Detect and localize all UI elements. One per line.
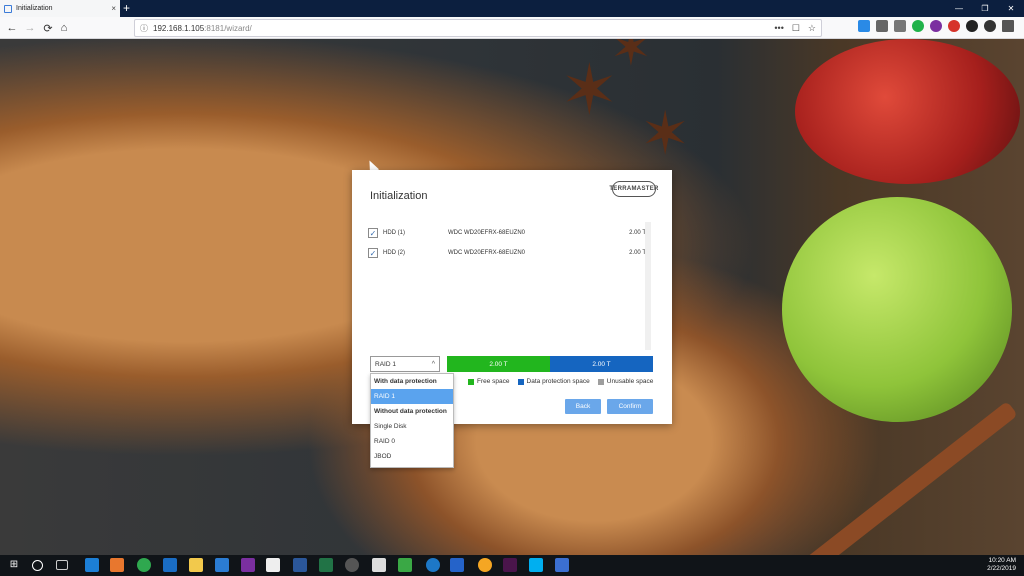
system-clock[interactable]: 10:20 AM 2/22/2019 <box>987 557 1016 573</box>
menu-icon[interactable] <box>1002 20 1014 32</box>
firefox-icon[interactable] <box>110 558 124 572</box>
disk-row-1[interactable]: ✓ HDD (1) WDC WD20EFRX-68EUZN0 2.00 T <box>368 226 646 240</box>
disk-2-name: HDD (2) <box>383 250 405 256</box>
clock-date: 2/22/2019 <box>987 565 1016 572</box>
url-actions: ••• ☐ ☆ <box>774 23 816 34</box>
file-explorer-icon[interactable] <box>189 558 203 572</box>
pocket-icon[interactable]: ☐ <box>792 23 800 34</box>
extension-dark2-icon[interactable] <box>984 20 996 32</box>
notion-icon[interactable] <box>266 558 280 572</box>
protection-space-bar: 2.00 T <box>550 356 653 372</box>
start-windows-icon[interactable]: ⊞ <box>7 558 21 572</box>
dialog-title: Initialization <box>370 190 428 202</box>
app-yellow-icon[interactable] <box>478 558 492 572</box>
confirm-button[interactable]: Confirm <box>607 399 653 414</box>
terramaster-logo: TERRAMASTER <box>609 181 658 197</box>
task-view-icon[interactable] <box>56 560 68 570</box>
dropdown-option-single-disk[interactable]: Single Disk <box>371 419 453 434</box>
evernote-icon[interactable] <box>398 558 412 572</box>
close-window-button[interactable]: ✕ <box>998 0 1024 17</box>
bookmark-star-icon[interactable]: ☆ <box>808 23 816 34</box>
raid-select-value: RAID 1 <box>375 360 396 368</box>
extension-red-icon[interactable] <box>948 20 960 32</box>
app-blue-icon[interactable] <box>426 558 440 572</box>
raid-dropdown-menu: With data protection RAID 1 Without data… <box>370 373 454 468</box>
back-arrow-icon[interactable]: ← <box>4 20 20 36</box>
skype-icon[interactable] <box>529 558 543 572</box>
legend-protection: Data protection space <box>517 378 590 385</box>
back-button[interactable]: Back <box>565 399 601 414</box>
star-anise-icon: ✶ <box>610 39 652 76</box>
site-info-icon[interactable]: ⓘ <box>140 23 148 34</box>
extension-dark-icon[interactable] <box>966 20 978 32</box>
space-legend: Free space Data protection space Unusabl… <box>468 378 653 385</box>
app-circle-icon[interactable] <box>345 558 359 572</box>
store-icon[interactable] <box>215 558 229 572</box>
free-swatch-icon <box>468 378 474 385</box>
tab-initialization[interactable]: Initialization × <box>0 0 120 17</box>
disk-1-name: HDD (1) <box>383 230 405 236</box>
window-controls: — ❐ ✕ <box>946 0 1024 17</box>
page-actions-icon[interactable]: ••• <box>774 23 783 34</box>
raid-type-select[interactable]: RAID 1 ^ <box>370 356 440 372</box>
unusable-swatch-icon <box>597 378 604 385</box>
onenote-icon[interactable] <box>930 20 942 32</box>
disk-2-model: WDC WD20EFRX-68EUZN0 <box>448 250 526 256</box>
url-host: 192.168.1.105 <box>153 23 205 33</box>
disk-1-model: WDC WD20EFRX-68EUZN0 <box>448 230 526 236</box>
windows-taskbar: ⊞ 10:20 AM 2/22/2019 <box>0 555 1024 576</box>
edge-icon[interactable] <box>85 558 99 572</box>
reload-icon[interactable]: ⟳ <box>40 20 56 36</box>
search-circle-icon[interactable] <box>32 560 43 571</box>
clock-time: 10:20 AM <box>988 557 1016 564</box>
legend-unusable: Unusable space <box>597 378 653 385</box>
red-apple <box>795 39 1020 184</box>
home-icon[interactable]: ⌂ <box>56 20 72 36</box>
grammarly-icon[interactable] <box>912 20 924 32</box>
dropdown-group-with-protection: With data protection <box>374 378 437 385</box>
restore-button[interactable]: ❐ <box>972 0 998 17</box>
free-space-bar: 2.00 T <box>447 356 550 372</box>
disk-2-checkbox[interactable]: ✓ <box>368 248 378 258</box>
protection-swatch-icon <box>517 378 524 385</box>
disk-row-2[interactable]: ✓ HDD (2) WDC WD20EFRX-68EUZN0 2.00 T <box>368 246 646 260</box>
browser-nav-bar: ← → ⟳ ⌂ ⓘ 192.168.1.105 :8181/wizard/ ••… <box>0 17 1024 39</box>
url-path: :8181/wizard/ <box>204 23 252 33</box>
cinnamon-stick <box>802 400 1018 555</box>
legend-free: Free space <box>468 378 510 385</box>
minimize-button[interactable]: — <box>946 0 972 17</box>
slack-icon[interactable] <box>503 558 517 572</box>
browser-tab-bar: Initialization × + — ❐ ✕ <box>0 0 1024 17</box>
excel-icon[interactable] <box>319 558 333 572</box>
tab-close-icon[interactable]: × <box>111 4 116 13</box>
url-bar[interactable]: ⓘ 192.168.1.105 :8181/wizard/ ••• ☐ ☆ <box>134 19 822 37</box>
disk-1-size: 2.00 T <box>629 230 646 236</box>
new-tab-button[interactable]: + <box>123 1 130 15</box>
word-icon[interactable] <box>293 558 307 572</box>
active-app-icon[interactable] <box>555 558 569 572</box>
dropdown-option-raid0[interactable]: RAID 0 <box>371 434 453 449</box>
dropdown-group-without-protection: Without data protection <box>374 408 447 415</box>
tab-title: Initialization <box>16 5 53 12</box>
onenote-taskbar-icon[interactable] <box>241 558 255 572</box>
chevron-up-icon: ^ <box>431 360 435 368</box>
disk-list-scrollbar[interactable] <box>645 222 651 350</box>
dropdown-option-jbod[interactable]: JBOD <box>371 449 453 464</box>
green-apple <box>782 197 1012 422</box>
chrome-icon[interactable] <box>137 558 151 572</box>
toolbar-extensions <box>858 20 1014 32</box>
disk-list: ✓ HDD (1) WDC WD20EFRX-68EUZN0 2.00 T ✓ … <box>368 222 654 350</box>
disk-1-checkbox[interactable]: ✓ <box>368 228 378 238</box>
disk-2-size: 2.00 T <box>629 250 646 256</box>
todo-check-icon[interactable] <box>450 558 464 572</box>
outlook-icon[interactable] <box>163 558 177 572</box>
forward-arrow-icon[interactable]: → <box>22 20 38 36</box>
download-icon[interactable] <box>858 20 870 32</box>
dropdown-option-raid1[interactable]: RAID 1 <box>371 389 453 404</box>
app-document-icon[interactable] <box>372 558 386 572</box>
library-icon[interactable] <box>876 20 888 32</box>
star-anise-icon: ✶ <box>640 100 691 167</box>
tab-favicon-icon <box>4 4 12 13</box>
sidebar-icon[interactable] <box>894 20 906 32</box>
